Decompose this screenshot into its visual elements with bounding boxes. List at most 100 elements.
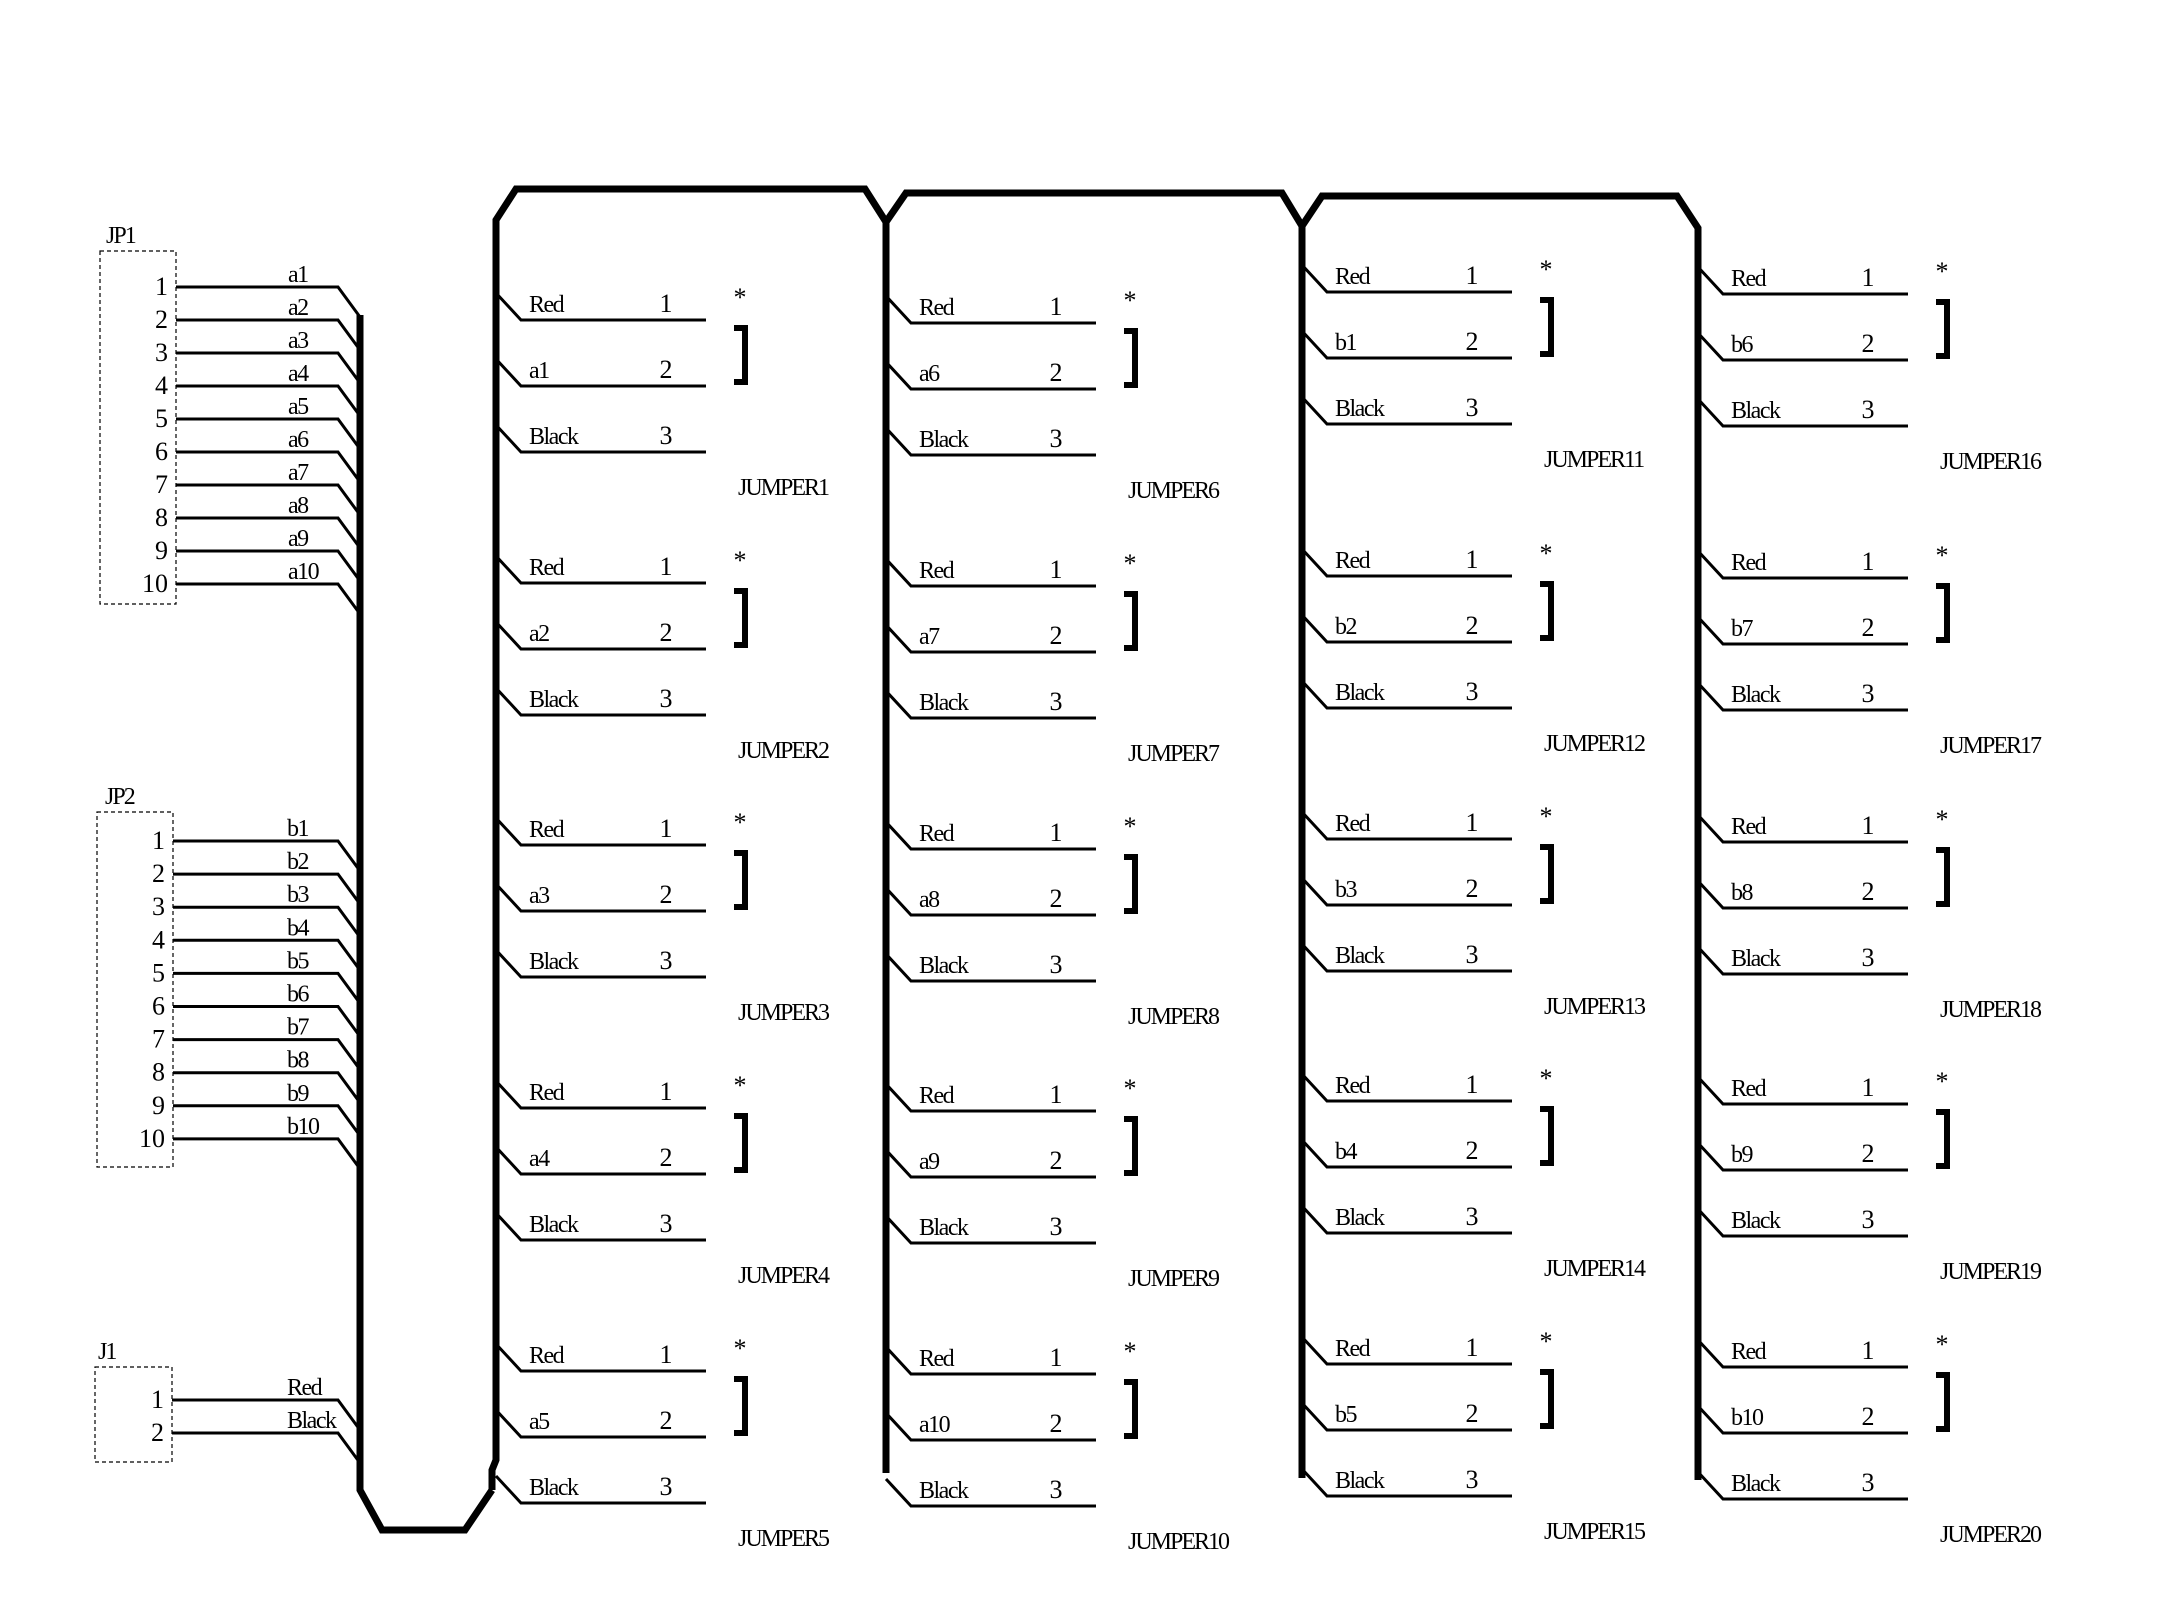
jumper-pin-number: 3: [1466, 1465, 1479, 1494]
jumper-ref-label: JUMPER14: [1544, 1256, 1646, 1282]
net-label: a10: [288, 559, 320, 585]
jumper-12: Red 1 b2 2 Black 3 * JUMPER12: [1300, 539, 1647, 757]
net-label: a2: [288, 295, 308, 321]
jumper-18: Red 1 b8 2 Black 3 * JUMPER18: [1696, 805, 2044, 1023]
jumper-shunt-bracket: [1936, 1372, 1950, 1432]
connector-pin-number: 3: [152, 892, 165, 921]
connector-wire: [173, 1137, 362, 1170]
jumper-net-label: Red: [1335, 548, 1371, 574]
connector-body: [94, 1366, 173, 1463]
jumper-net-label: a3: [529, 883, 550, 909]
pin1-marker: *: [734, 546, 747, 575]
net-label: a4: [288, 361, 309, 387]
jumper-pin-wire: [884, 1345, 1096, 1376]
jumper-pin-wire: [1300, 263, 1512, 294]
jumper-pin-wire: [1300, 876, 1512, 907]
connector-ref-label: J1: [98, 1339, 116, 1365]
jumper-pin-number: 2: [1466, 327, 1479, 356]
connector-j1: J1 1 Red 2 Black: [94, 1339, 362, 1464]
jumper-group: Red 1 a1 2 Black 3 * JUMPER1 Red 1 a2 2 Black 3 * JUMPE…: [494, 255, 2044, 1555]
jumper-pin-wire: [1300, 1138, 1512, 1169]
jumper-net-label: b10: [1731, 1405, 1764, 1431]
jumper-pin-number: 3: [1466, 940, 1479, 969]
jumper-ref-label: JUMPER13: [1544, 994, 1646, 1020]
jumper-pin-wire: [494, 1342, 706, 1373]
jumper-pin-number: 1: [1050, 818, 1063, 847]
net-label: a7: [288, 460, 309, 486]
jumper-pin-wire: [1300, 1401, 1512, 1432]
jumper-shunt-bracket: [1124, 854, 1138, 914]
connector-wire: [173, 1104, 362, 1137]
jumper-pin-wire: [884, 1477, 1096, 1508]
jumper-pin-wire: [1300, 547, 1512, 578]
jumper-pin-number: 2: [1862, 877, 1875, 906]
jumper-net-label: Red: [919, 295, 955, 321]
jumper-net-label: a2: [529, 621, 549, 647]
jumper-pin-number: 3: [1466, 677, 1479, 706]
jumper-pin-wire: [494, 1145, 706, 1176]
jumper-net-label: Black: [1335, 943, 1385, 969]
jumper-net-label: b3: [1335, 877, 1358, 903]
jumper-pin-wire: [884, 1411, 1096, 1442]
jumper-pin-number: 3: [1050, 1212, 1063, 1241]
net-label: b7: [287, 1015, 310, 1041]
jumper-net-label: Red: [1335, 1073, 1371, 1099]
net-label: a9: [288, 526, 309, 552]
jumper-pin-number: 2: [660, 880, 673, 909]
jumper-shunt-bracket: [1540, 581, 1554, 641]
jumper-net-label: b5: [1335, 1402, 1358, 1428]
connector-wire: [176, 549, 362, 582]
jumper-net-label: a6: [919, 361, 940, 387]
jumper-pin-wire: [494, 1408, 706, 1439]
jumper-net-label: Black: [919, 690, 969, 716]
jumper-net-label: a7: [919, 624, 940, 650]
jumper-pin-wire: [884, 557, 1096, 588]
pin1-marker: *: [1540, 255, 1553, 284]
jumper-net-label: a1: [529, 358, 549, 384]
jumper-pin-wire: [494, 423, 706, 454]
jumper-pin-wire: [494, 686, 706, 717]
jumper-pin-number: 2: [1050, 884, 1063, 913]
connector-wire: [176, 483, 362, 516]
jumper-net-label: Red: [529, 1343, 565, 1369]
jumper-pin-wire: [494, 816, 706, 847]
jumper-ref-label: JUMPER4: [738, 1263, 830, 1289]
jumper-pin-number: 3: [1862, 679, 1875, 708]
pin1-marker: *: [1936, 257, 1949, 286]
pin1-marker: *: [1124, 812, 1137, 841]
jumper-4: Red 1 a4 2 Black 3 * JUMPER4: [494, 1071, 832, 1289]
jumper-net-label: Red: [1731, 1076, 1767, 1102]
jumper-15: Red 1 b5 2 Black 3 * JUMPER15: [1300, 1327, 1648, 1545]
jumper-net-label: Red: [529, 817, 565, 843]
net-label: a5: [288, 394, 309, 420]
pin1-marker: *: [734, 808, 747, 837]
jumper-pin-wire: [494, 357, 706, 388]
jumper-3: Red 1 a3 2 Black 3 * JUMPER3: [494, 808, 832, 1026]
jumper-pin-wire: [494, 554, 706, 585]
jumper-pin-number: 1: [660, 814, 673, 843]
connector-wire: [173, 905, 362, 939]
jumper-shunt-bracket: [1936, 1109, 1950, 1169]
jumper-pin-number: 3: [1862, 395, 1875, 424]
connector-pin-number: 2: [155, 305, 168, 334]
jumper-pin-number: 2: [1862, 613, 1875, 642]
jumper-pin-number: 3: [660, 684, 673, 713]
jumper-pin-number: 1: [660, 289, 673, 318]
jumper-pin-wire: [1300, 1072, 1512, 1103]
net-label: b1: [287, 816, 309, 842]
jumper-pin-number: 2: [660, 1406, 673, 1435]
jumper-7: Red 1 a7 2 Black 3 * JUMPER7: [884, 549, 1222, 767]
connector-pin-number: 4: [155, 371, 168, 400]
jumper-pin-number: 1: [1466, 808, 1479, 837]
jumper-net-label: Black: [1335, 680, 1385, 706]
jumper-pin-wire: [1696, 549, 1908, 580]
jumper-pin-wire: [1696, 1470, 1908, 1501]
jumper-pin-wire: [494, 882, 706, 913]
jumper-net-label: Red: [1731, 266, 1767, 292]
connector-pin-number: 1: [155, 272, 168, 301]
net-label: a1: [288, 262, 308, 288]
jumper-pin-wire: [1696, 879, 1908, 910]
connector-wire: [173, 1071, 362, 1104]
jumper-pin-number: 1: [1466, 1333, 1479, 1362]
jumper-pin-wire: [494, 291, 706, 322]
